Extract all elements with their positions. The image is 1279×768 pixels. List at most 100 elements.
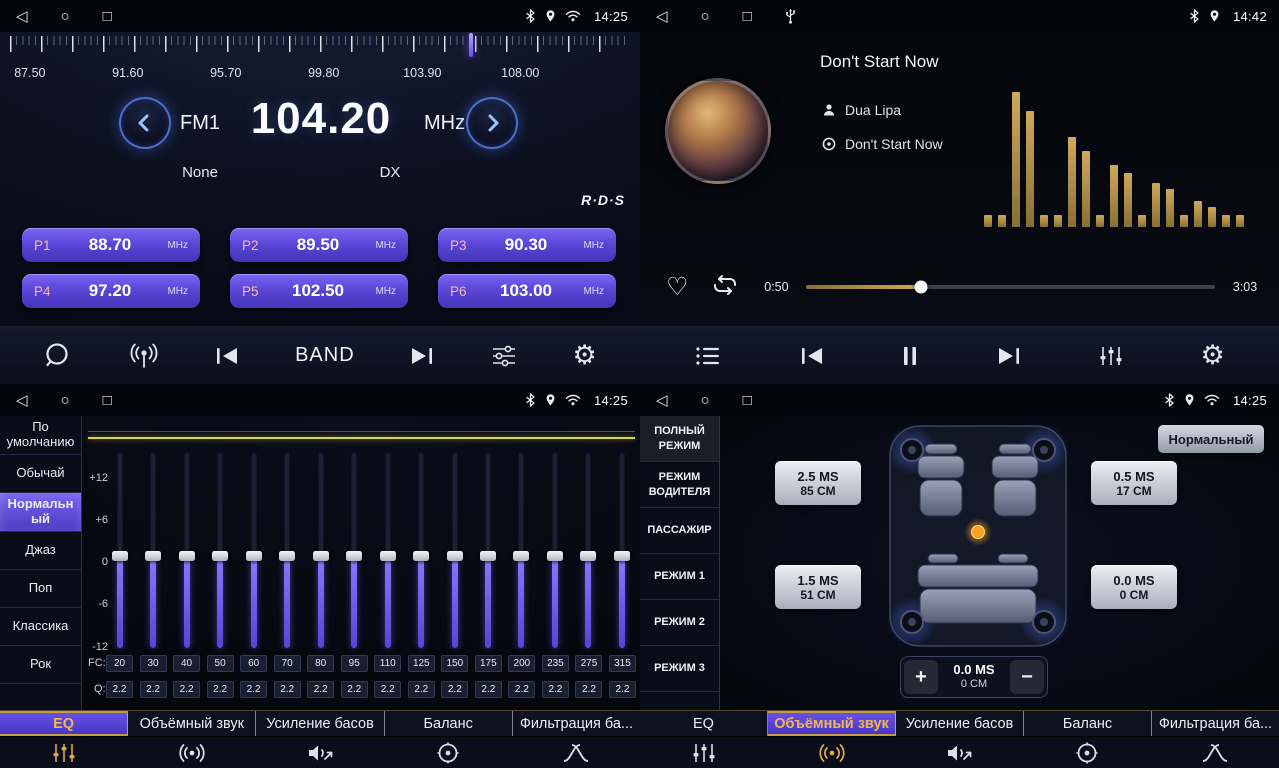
eq-band-slider-200[interactable]: [513, 452, 529, 648]
slider-handle[interactable]: [346, 551, 362, 561]
fc-value[interactable]: 150: [441, 655, 468, 672]
eq-preset-normal[interactable]: Нормальный: [0, 493, 81, 532]
q-value[interactable]: 2.2: [475, 681, 502, 698]
tab-icon-surround[interactable]: [128, 741, 256, 765]
settings-button[interactable]: ⚙: [1200, 342, 1224, 369]
delay-rear-left[interactable]: 1.5 MS51 CM: [775, 565, 861, 609]
tab-icon-bass[interactable]: [256, 741, 384, 765]
delay-front-right[interactable]: 0.5 MS17 CM: [1091, 461, 1177, 505]
back-button[interactable]: ◁: [16, 393, 28, 408]
eq-band-slider-125[interactable]: [413, 452, 429, 648]
slider-handle[interactable]: [614, 551, 630, 561]
tab-icon-bass[interactable]: [896, 741, 1024, 765]
tab-icon-surround[interactable]: [768, 741, 896, 765]
fc-value[interactable]: 40: [173, 655, 200, 672]
broadcast-button[interactable]: [128, 343, 160, 369]
eq-band-slider-275[interactable]: [580, 452, 596, 648]
fc-value[interactable]: 30: [140, 655, 167, 672]
eq-band-slider-70[interactable]: [279, 452, 295, 648]
fc-value[interactable]: 175: [475, 655, 502, 672]
tab-filter[interactable]: Фильтрация ба...: [513, 711, 640, 736]
eq-band-slider-20[interactable]: [112, 452, 128, 648]
q-value[interactable]: 2.2: [274, 681, 301, 698]
preset-button-p2[interactable]: P289.50MHz: [230, 228, 408, 262]
mode-2[interactable]: РЕЖИМ 2: [640, 600, 719, 646]
home-button[interactable]: ○: [701, 393, 710, 408]
preset-button-p3[interactable]: P390.30MHz: [438, 228, 616, 262]
fc-value[interactable]: 200: [508, 655, 535, 672]
q-value[interactable]: 2.2: [307, 681, 334, 698]
slider-handle[interactable]: [145, 551, 161, 561]
album-art[interactable]: [665, 78, 771, 184]
q-value[interactable]: 2.2: [240, 681, 267, 698]
eq-preset-classic[interactable]: Классика: [0, 608, 81, 646]
mode-1[interactable]: РЕЖИМ 1: [640, 554, 719, 600]
tune-up-button[interactable]: [466, 97, 518, 149]
tab-icon-filter[interactable]: [512, 741, 640, 765]
fc-value[interactable]: 80: [307, 655, 334, 672]
next-track-button[interactable]: [996, 345, 1022, 367]
preset-button-p6[interactable]: P6103.00MHz: [438, 274, 616, 308]
home-button[interactable]: ○: [61, 393, 70, 408]
tab-surround[interactable]: Объёмный звук: [128, 711, 256, 736]
favorite-button[interactable]: ♡: [666, 275, 688, 300]
eq-preset-rock[interactable]: Рок: [0, 646, 81, 684]
fc-value[interactable]: 70: [274, 655, 301, 672]
fc-value[interactable]: 315: [609, 655, 636, 672]
previous-station-button[interactable]: [214, 345, 240, 367]
recents-button[interactable]: □: [103, 9, 112, 24]
slider-handle[interactable]: [246, 551, 262, 561]
q-value[interactable]: 2.2: [173, 681, 200, 698]
fc-value[interactable]: 275: [575, 655, 602, 672]
q-value[interactable]: 2.2: [408, 681, 435, 698]
eq-band-slider-315[interactable]: [614, 452, 630, 648]
eq-band-slider-110[interactable]: [380, 452, 396, 648]
fc-value[interactable]: 95: [341, 655, 368, 672]
slider-handle[interactable]: [547, 551, 563, 561]
tab-balance[interactable]: Баланс: [385, 711, 513, 736]
slider-handle[interactable]: [380, 551, 396, 561]
eq-band-slider-80[interactable]: [313, 452, 329, 648]
slider-handle[interactable]: [480, 551, 496, 561]
slider-handle[interactable]: [212, 551, 228, 561]
eq-band-slider-40[interactable]: [179, 452, 195, 648]
fc-value[interactable]: 50: [207, 655, 234, 672]
q-value[interactable]: 2.2: [106, 681, 133, 698]
audio-settings-button[interactable]: [490, 344, 518, 368]
scan-button[interactable]: [43, 341, 73, 371]
eq-band-slider-150[interactable]: [447, 452, 463, 648]
slider-handle[interactable]: [179, 551, 195, 561]
mode-3[interactable]: РЕЖИМ 3: [640, 646, 719, 692]
delay-front-left[interactable]: 2.5 MS85 CM: [775, 461, 861, 505]
progress-slider[interactable]: [806, 285, 1215, 289]
playlist-button[interactable]: [694, 345, 722, 367]
pause-button[interactable]: [901, 345, 919, 367]
q-value[interactable]: 2.2: [441, 681, 468, 698]
fc-value[interactable]: 60: [240, 655, 267, 672]
home-button[interactable]: ○: [61, 9, 70, 24]
tab-eq[interactable]: EQ: [640, 711, 768, 736]
increase-delay-button[interactable]: +: [904, 660, 938, 694]
tab-icon-filter[interactable]: [1151, 741, 1279, 765]
tab-icon-balance[interactable]: [384, 741, 512, 765]
back-button[interactable]: ◁: [656, 9, 668, 24]
fc-value[interactable]: 125: [408, 655, 435, 672]
profile-button[interactable]: Нормальный: [1158, 425, 1264, 453]
next-station-button[interactable]: [409, 345, 435, 367]
tab-balance[interactable]: Баланс: [1024, 711, 1152, 736]
band-button[interactable]: BAND: [295, 344, 355, 367]
slider-handle[interactable]: [313, 551, 329, 561]
slider-handle[interactable]: [580, 551, 596, 561]
q-value[interactable]: 2.2: [542, 681, 569, 698]
tab-bass-boost[interactable]: Усиление басов: [256, 711, 384, 736]
eq-band-slider-60[interactable]: [246, 452, 262, 648]
mode-passenger[interactable]: ПАССАЖИР: [640, 508, 719, 554]
q-value[interactable]: 2.2: [341, 681, 368, 698]
fc-value[interactable]: 110: [374, 655, 401, 672]
preset-button-p5[interactable]: P5102.50MHz: [230, 274, 408, 308]
q-value[interactable]: 2.2: [575, 681, 602, 698]
q-value[interactable]: 2.2: [207, 681, 234, 698]
tab-icon-balance[interactable]: [1023, 741, 1151, 765]
back-button[interactable]: ◁: [16, 9, 28, 24]
q-value[interactable]: 2.2: [140, 681, 167, 698]
